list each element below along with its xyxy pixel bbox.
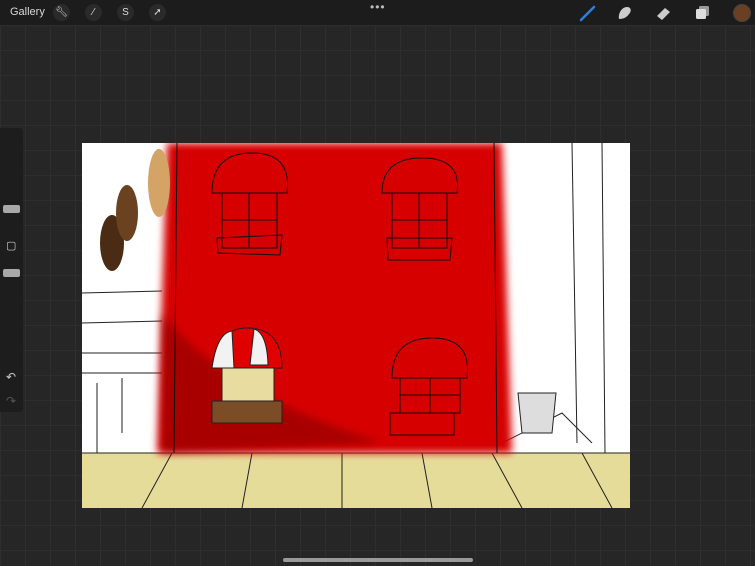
- drawing-canvas[interactable]: [82, 143, 630, 508]
- eraser-icon[interactable]: [654, 3, 674, 23]
- color-picker-button[interactable]: [733, 4, 751, 22]
- magic-wand-icon[interactable]: ⁄: [85, 4, 102, 21]
- opacity-slider[interactable]: [3, 269, 20, 277]
- sidebar: ▢ ↶ ↷: [0, 128, 23, 412]
- transform-arrow-icon[interactable]: ➚: [149, 4, 166, 21]
- modify-button[interactable]: ▢: [6, 239, 16, 252]
- top-toolbar: Gallery 🔧︎ ⁄ S ➚ •••: [0, 0, 755, 25]
- home-indicator[interactable]: [283, 558, 473, 562]
- smudge-icon[interactable]: [615, 3, 635, 23]
- brush-size-slider[interactable]: [3, 205, 20, 213]
- redo-button[interactable]: ↷: [6, 394, 16, 408]
- wrench-icon[interactable]: 🔧︎: [53, 4, 70, 21]
- undo-button[interactable]: ↶: [6, 370, 16, 384]
- more-options-button[interactable]: •••: [370, 0, 386, 14]
- artwork: [82, 143, 630, 508]
- layers-icon[interactable]: [693, 3, 713, 23]
- selection-icon[interactable]: S: [117, 4, 134, 21]
- brush-icon[interactable]: [578, 3, 598, 23]
- gallery-button[interactable]: Gallery: [10, 6, 45, 18]
